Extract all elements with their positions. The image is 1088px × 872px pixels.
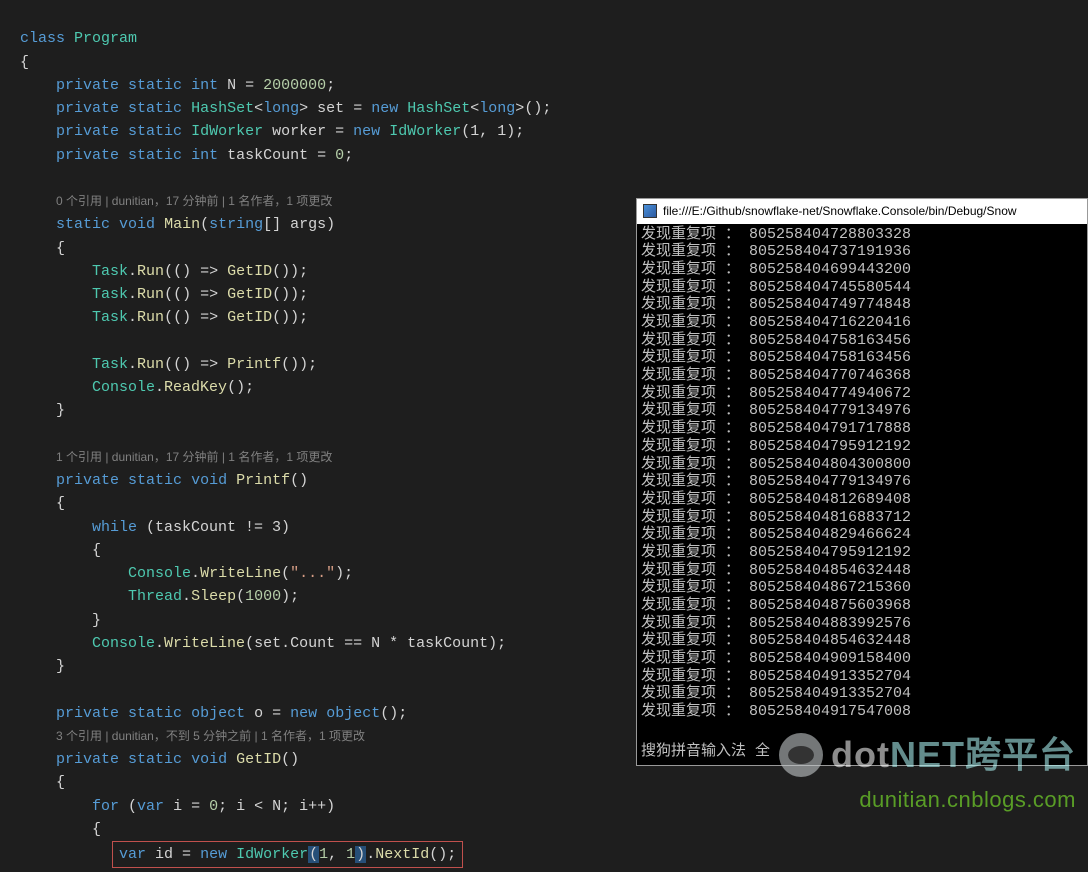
printf-method: Printf <box>236 472 290 489</box>
app-icon <box>643 204 657 218</box>
highlighted-line: var id = new IdWorker(1, 1).NextId(); <box>112 841 463 868</box>
brace: { <box>20 54 29 71</box>
class-name: Program <box>74 30 137 47</box>
codelens[interactable]: 3 个引用 | dunitian，不到 5 分钟之前 | 1 名作者，1 项更改 <box>56 729 365 743</box>
paren-match: ) <box>355 846 366 863</box>
console-titlebar[interactable]: file:///E:/Github/snowflake-net/Snowflak… <box>637 199 1087 224</box>
ime-status: 搜狗拼音输入法 全 <box>637 738 1087 765</box>
console-window[interactable]: file:///E:/Github/snowflake-net/Snowflak… <box>636 198 1088 766</box>
console-output[interactable]: 发现重复项 ： 805258404728803328 发现重复项 ： 80525… <box>637 224 1087 738</box>
getid-method: GetID <box>236 751 281 768</box>
codelens[interactable]: 0 个引用 | dunitian，17 分钟前 | 1 名作者，1 项更改 <box>56 194 332 208</box>
codelens[interactable]: 1 个引用 | dunitian，17 分钟前 | 1 名作者，1 项更改 <box>56 450 332 464</box>
kw-class: class <box>20 30 65 47</box>
console-title-text: file:///E:/Github/snowflake-net/Snowflak… <box>663 202 1017 221</box>
paren-match: ( <box>308 846 319 863</box>
main-method: Main <box>164 216 200 233</box>
